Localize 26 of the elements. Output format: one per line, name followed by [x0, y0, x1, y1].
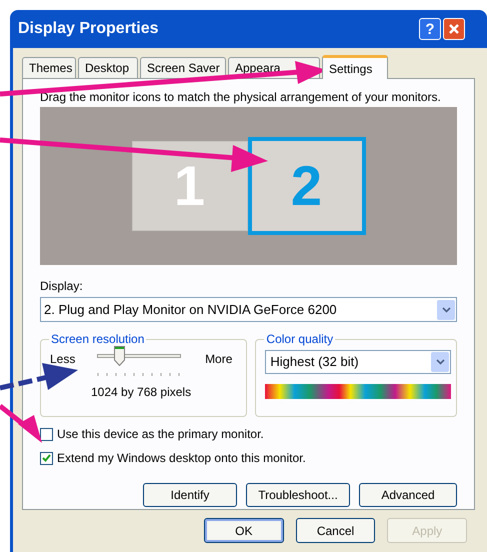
slider-thumb[interactable]	[114, 346, 126, 366]
checkbox[interactable]	[40, 428, 53, 440]
display-label: Display:	[40, 278, 84, 295]
help-button[interactable]: ?	[419, 18, 441, 40]
group-title: Color quality	[264, 331, 336, 347]
checkbox[interactable]	[40, 452, 53, 464]
tab[interactable]: Themes	[22, 57, 76, 78]
window-title: Display Properties	[18, 19, 158, 39]
checkbox-label: Use this device as the primary monitor.	[57, 426, 264, 443]
close-button[interactable]	[443, 18, 465, 40]
dialog-button[interactable]: OK	[204, 518, 284, 543]
instruction-text: Drag the monitor icons to match the physical arrangement of your monitors.	[40, 89, 442, 106]
tab[interactable]: Screen Saver	[140, 57, 226, 78]
panel-button[interactable]: Troubleshoot...	[246, 483, 350, 507]
dialog-button[interactable]: Cancel	[296, 518, 376, 543]
slider-max-label: More	[205, 351, 232, 368]
checkbox-label: Extend my Windows desktop onto this monitor.	[57, 450, 306, 467]
resolution-reading: 1024 by 768 pixels	[91, 384, 192, 401]
panel-button[interactable]: Advanced	[359, 483, 457, 507]
tab[interactable]: Desktop	[78, 57, 138, 78]
slider-min-label: Less	[50, 351, 76, 368]
panel-button[interactable]: Identify	[143, 483, 237, 507]
tab[interactable]: Settings	[322, 55, 388, 79]
close-icon	[448, 23, 460, 35]
display-dropdown[interactable]: 2. Plug and Play Monitor on NVIDIA GeForce 6200	[40, 297, 457, 322]
color-quality-dropdown[interactable]: Highest (32 bit)	[265, 350, 452, 374]
